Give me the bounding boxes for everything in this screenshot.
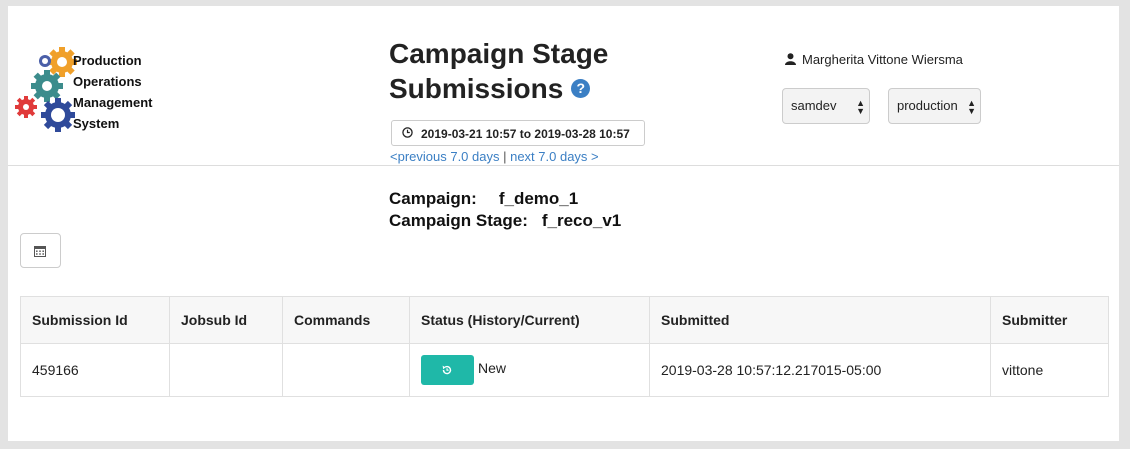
page-title: Campaign Stage Submissions? <box>389 36 629 106</box>
date-range-picker[interactable]: 2019-03-21 10:57 to 2019-03-28 10:57 <box>391 120 645 146</box>
campaign-value: f_demo_1 <box>498 189 579 208</box>
select-arrows-icon: ▲ ▼ <box>967 98 976 116</box>
poms-logo[interactable]: Production Operations Management System <box>14 44 174 136</box>
status-history-button[interactable] <box>421 355 474 385</box>
question-circle-icon[interactable]: ? <box>571 79 591 99</box>
column-header[interactable]: Submitter <box>990 296 1109 344</box>
date-navigation: <previous 7.0 days | next 7.0 days > <box>390 149 599 164</box>
history-icon <box>442 365 452 375</box>
user-icon <box>785 53 796 65</box>
page-card: Production Operations Management System … <box>8 6 1119 441</box>
stage-label: Campaign Stage: <box>389 211 528 230</box>
table-row: 459166 New 2019-03-28 10:57:12.217015-05… <box>20 343 1109 397</box>
link-separator: | <box>499 149 511 164</box>
submissions-table: Submission Id Jobsub Id Commands Status … <box>20 296 1109 397</box>
column-header[interactable]: Status (History/Current) <box>409 296 650 344</box>
calendar-icon <box>34 246 46 257</box>
logo-line-4: System <box>73 116 120 131</box>
table-header-row: Submission Id Jobsub Id Commands Status … <box>20 296 1109 344</box>
logo-line-2: Operations <box>73 74 142 89</box>
role-select-value: production <box>897 98 958 113</box>
logo-line-3: Management <box>73 95 153 110</box>
jobsub-id-cell <box>169 343 283 397</box>
submitter-cell: vittone <box>990 343 1109 397</box>
header-divider <box>8 165 1119 166</box>
campaign-label: Campaign: <box>389 189 477 208</box>
column-header[interactable]: Submitted <box>649 296 991 344</box>
column-header[interactable]: Commands <box>282 296 410 344</box>
campaign-info: Campaign: f_demo_1 Campaign Stage: f_reco_… <box>389 188 621 232</box>
column-header[interactable]: Submission Id <box>20 296 170 344</box>
logo-text: Production Operations Management System <box>73 50 152 134</box>
column-header[interactable]: Jobsub Id <box>169 296 283 344</box>
commands-cell <box>282 343 410 397</box>
stage-value: f_reco_v1 <box>541 211 622 230</box>
submission-id-cell[interactable]: 459166 <box>20 343 170 397</box>
previous-period-link[interactable]: <previous 7.0 days <box>390 149 499 164</box>
role-select[interactable]: production ▲ ▼ <box>888 88 981 124</box>
logo-line-1: Production <box>73 53 142 68</box>
submitted-cell: 2019-03-28 10:57:12.217015-05:00 <box>649 343 991 397</box>
date-range-text: 2019-03-21 10:57 to 2019-03-28 10:57 <box>421 127 630 141</box>
calendar-button[interactable] <box>20 233 61 268</box>
user-info: Margherita Vittone Wiersma <box>785 52 963 67</box>
clock-icon <box>402 121 413 147</box>
user-name: Margherita Vittone Wiersma <box>802 52 963 67</box>
status-value: New <box>478 360 507 376</box>
experiment-select[interactable]: samdev ▲ ▼ <box>782 88 870 124</box>
status-cell: New <box>409 343 650 397</box>
next-period-link[interactable]: next 7.0 days > <box>510 149 599 164</box>
select-arrows-icon: ▲ ▼ <box>856 98 865 116</box>
experiment-select-value: samdev <box>791 98 837 113</box>
